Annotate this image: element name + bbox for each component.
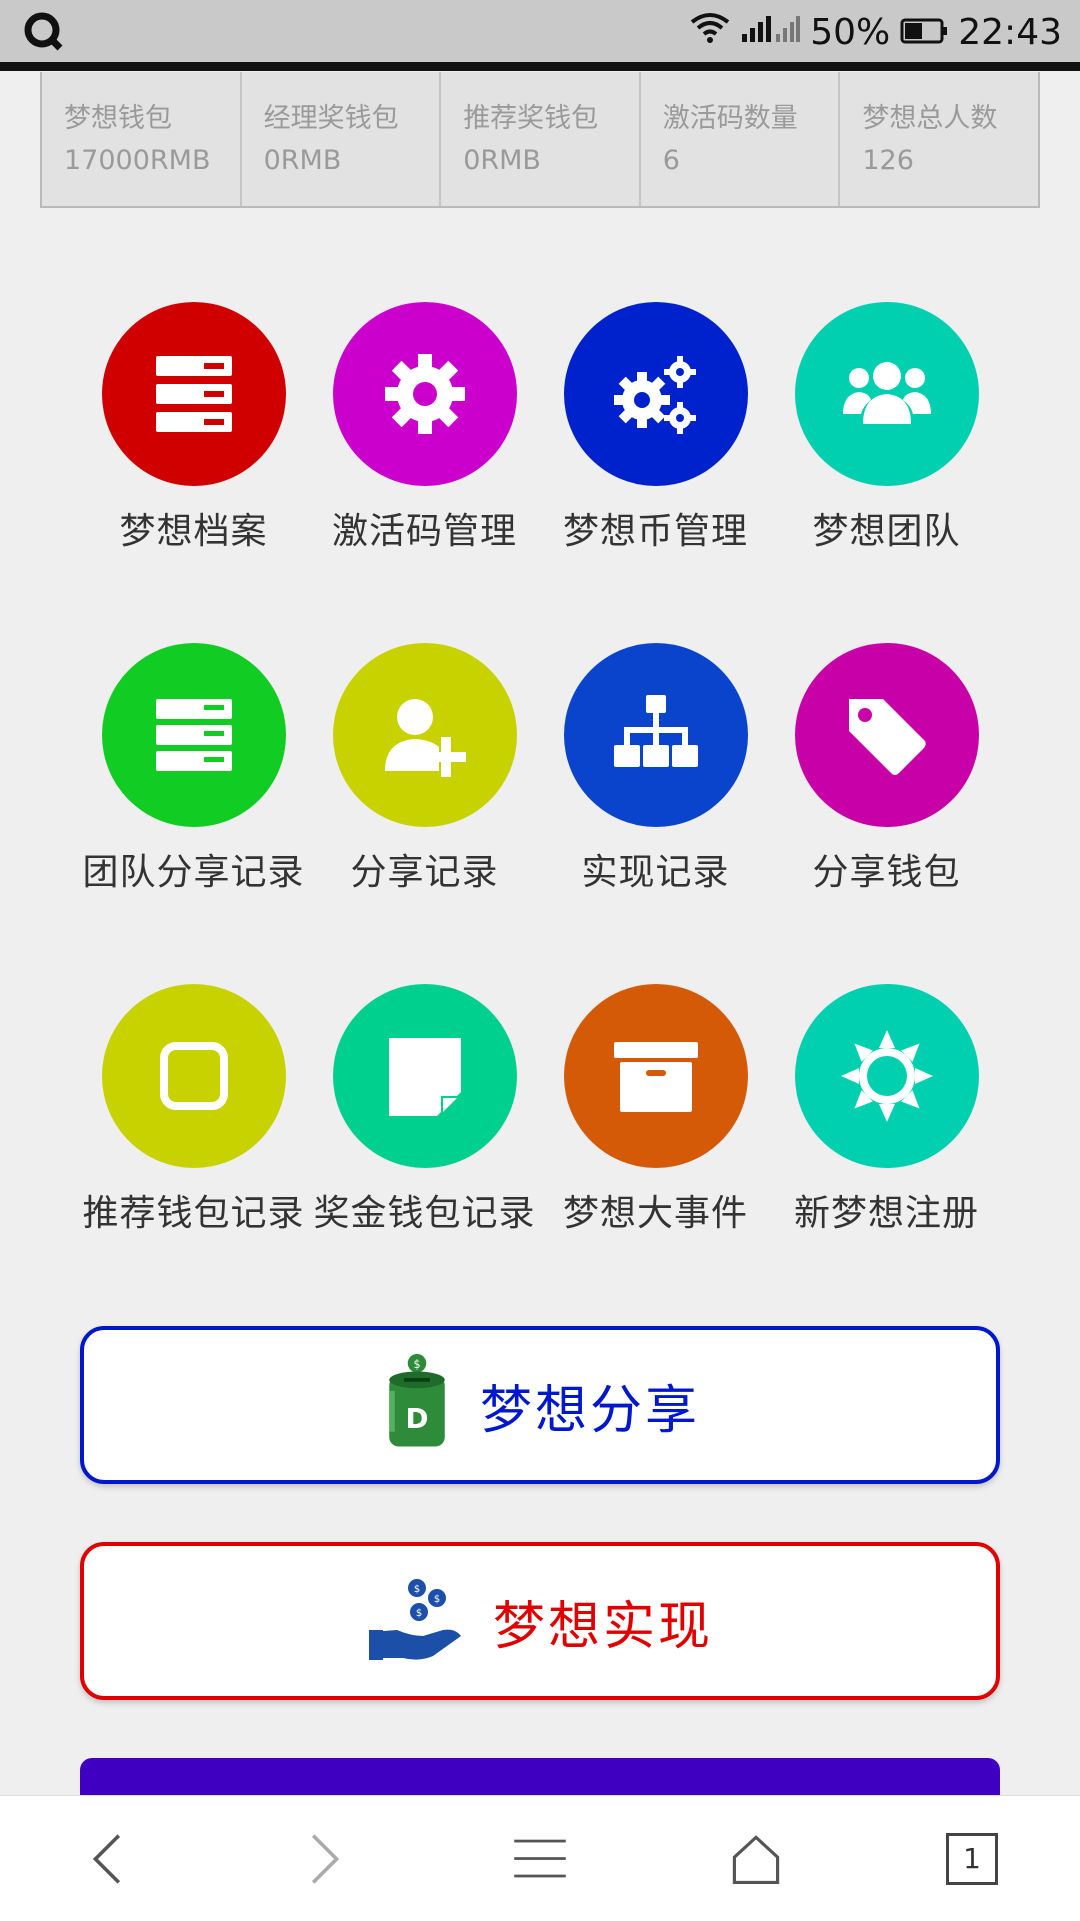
gears-icon xyxy=(563,302,748,486)
menu-button[interactable] xyxy=(480,1809,600,1909)
sitemap-icon xyxy=(563,643,748,827)
back-button[interactable] xyxy=(48,1809,168,1909)
menu-item-share-wallet[interactable]: 分享钱包 xyxy=(771,643,1002,984)
menu-item-label: 梦想大事件 xyxy=(562,1193,748,1234)
stat-value: 6 xyxy=(662,145,680,176)
forward-button[interactable] xyxy=(264,1809,384,1909)
stat-value: 0RMB xyxy=(263,145,342,176)
coins-hand-icon: $ $ $ xyxy=(367,1574,467,1668)
clock: 22:43 xyxy=(958,11,1062,53)
menu-item-new-dream-registration[interactable]: 新梦想注册 xyxy=(771,984,1002,1325)
stat-value: 126 xyxy=(862,145,914,176)
tab-count-icon: 1 xyxy=(946,1832,998,1885)
dream-realize-label: 梦想实现 xyxy=(492,1596,713,1657)
browser-bottom-nav: 1 xyxy=(0,1795,1080,1921)
menu-item-label: 实现记录 xyxy=(581,852,730,893)
signal-icon xyxy=(740,12,801,53)
svg-text:$: $ xyxy=(414,1584,420,1595)
menu-item-referral-wallet-records[interactable]: 推荐钱包记录 xyxy=(78,984,309,1325)
status-bar: 50% 22:43 xyxy=(0,0,1080,71)
menu-item-realize-records[interactable]: 实现记录 xyxy=(540,643,771,984)
menu-item-dream-coin-management[interactable]: 梦想币管理 xyxy=(540,302,771,643)
menu-item-label: 梦想币管理 xyxy=(562,511,748,552)
hamburger-icon xyxy=(514,1839,566,1877)
menu-item-label: 梦想档案 xyxy=(119,511,268,552)
note-icon xyxy=(332,984,517,1168)
menu-item-label: 新梦想注册 xyxy=(793,1193,979,1234)
stat-label: 激活码数量 xyxy=(662,103,798,134)
tag-icon xyxy=(794,643,979,827)
user-plus-icon xyxy=(332,643,517,827)
menu-item-label: 推荐钱包记录 xyxy=(82,1193,305,1234)
battery-icon xyxy=(900,12,948,53)
stat-value: 17000RMB xyxy=(64,145,211,176)
stat-referral-wallet: 推荐奖钱包 0RMB xyxy=(441,72,641,206)
stats-strip: 梦想钱包 17000RMB 经理奖钱包 0RMB 推荐奖钱包 0RMB 激活码数… xyxy=(40,72,1040,208)
menu-item-dream-profile[interactable]: 梦想档案 xyxy=(78,302,309,643)
stat-dream-wallet: 梦想钱包 17000RMB xyxy=(42,72,242,206)
menu-item-label: 奖金钱包记录 xyxy=(313,1193,536,1234)
chevron-left-icon xyxy=(92,1833,121,1884)
server-icon xyxy=(101,302,286,486)
menu-item-bonus-wallet-records[interactable]: 奖金钱包记录 xyxy=(309,984,540,1325)
chevron-right-icon xyxy=(311,1833,340,1884)
menu-item-share-records[interactable]: 分享记录 xyxy=(309,643,540,984)
dream-realize-button[interactable]: $ $ $ 梦想实现 xyxy=(80,1542,1000,1700)
stat-label: 梦想钱包 xyxy=(64,103,172,134)
home-button[interactable] xyxy=(696,1809,816,1909)
stat-value: 0RMB xyxy=(463,145,541,176)
stat-label: 推荐奖钱包 xyxy=(463,103,599,134)
list-icon xyxy=(101,643,286,827)
menu-item-team-share-records[interactable]: 团队分享记录 xyxy=(78,643,309,984)
menu-item-activation-code-management[interactable]: 激活码管理 xyxy=(309,302,540,643)
stat-label: 梦想总人数 xyxy=(862,103,998,134)
users-icon xyxy=(794,302,979,486)
dream-share-button[interactable]: $ D 梦想分享 xyxy=(80,1326,1000,1484)
home-icon xyxy=(732,1834,780,1884)
square-icon xyxy=(101,984,286,1168)
sun-icon xyxy=(794,984,979,1168)
browser-logo-icon xyxy=(22,10,66,54)
svg-text:D: D xyxy=(405,1402,428,1435)
battery-percent: 50% xyxy=(810,11,891,53)
svg-text:$: $ xyxy=(416,1608,422,1619)
stat-activation-codes: 激活码数量 6 xyxy=(641,72,841,206)
menu-item-label: 分享钱包 xyxy=(812,852,961,893)
menu-item-dream-events[interactable]: 梦想大事件 xyxy=(540,984,771,1325)
menu-item-dream-team[interactable]: 梦想团队 xyxy=(771,302,1002,643)
menu-item-label: 分享记录 xyxy=(350,852,499,893)
svg-text:$: $ xyxy=(434,1594,440,1605)
menu-item-label: 激活码管理 xyxy=(331,511,517,552)
stat-label: 经理奖钱包 xyxy=(263,103,399,134)
tabs-button[interactable]: 1 xyxy=(912,1809,1032,1909)
archive-icon xyxy=(563,984,748,1168)
menu-item-label: 梦想团队 xyxy=(812,511,961,552)
svg-text:$: $ xyxy=(413,1358,420,1371)
menu-grid: 梦想档案 激活码管理 梦想币管理 梦想团队 团队分享记录 分享记录 实现记录 分… xyxy=(78,302,1002,1325)
stat-manager-wallet: 经理奖钱包 0RMB xyxy=(242,72,442,206)
menu-item-label: 团队分享记录 xyxy=(82,852,305,893)
stat-total-members: 梦想总人数 126 xyxy=(840,72,1038,206)
piggy-bank-icon: $ D xyxy=(380,1352,454,1458)
dream-share-label: 梦想分享 xyxy=(479,1380,700,1441)
gear-icon xyxy=(332,302,517,486)
wifi-icon xyxy=(690,12,730,53)
